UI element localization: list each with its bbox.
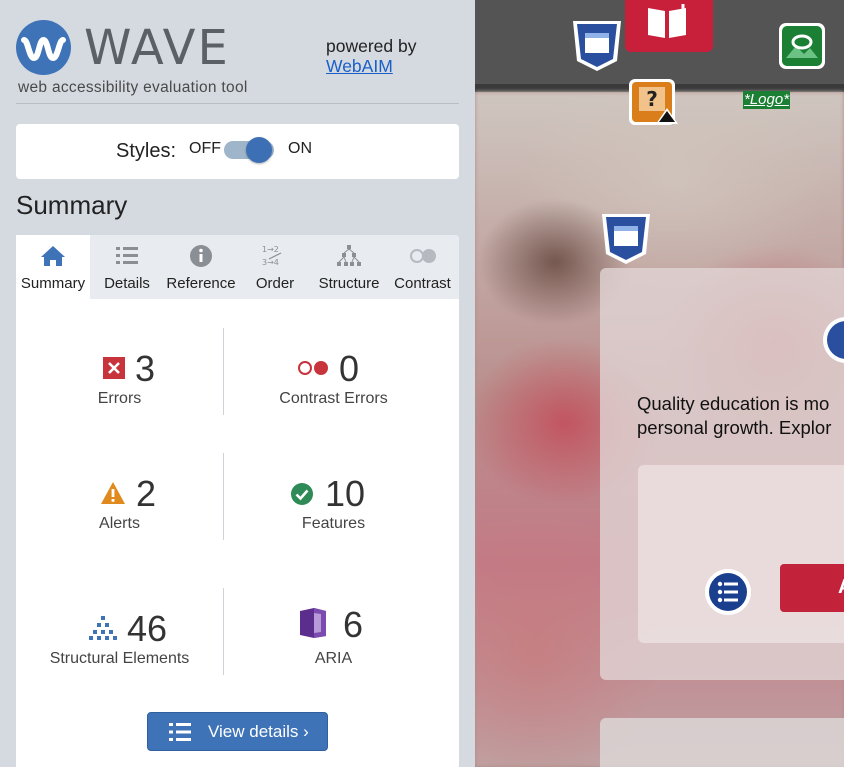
alt-alert-marker-icon[interactable]: ? xyxy=(628,78,680,126)
tab-label: Order xyxy=(255,275,295,292)
styles-toggle[interactable] xyxy=(224,137,274,163)
aria-count: 6 xyxy=(343,604,364,645)
linked-image-marker-icon[interactable] xyxy=(778,22,826,70)
hero-body-text: Quality education is mo personal growth.… xyxy=(637,392,831,440)
inner-card xyxy=(638,465,844,643)
styles-toggle-card: Styles: OFF ON xyxy=(16,124,459,179)
tab-label: Reference xyxy=(166,275,236,292)
tab-summary[interactable]: Summary xyxy=(16,235,90,299)
heading-marker-icon[interactable] xyxy=(625,0,713,52)
wave-sidebar: WAVE web accessibility evaluation tool p… xyxy=(0,0,475,767)
order-icon: 1→23→4 xyxy=(262,245,282,267)
powered-by-label: powered by xyxy=(326,36,417,56)
hero-text-line: personal growth. Explor xyxy=(637,417,832,438)
summary-panel: Summary Details Reference 1→2 3→4 Order … xyxy=(16,235,459,767)
page-preview: Quality education is mo personal growth.… xyxy=(475,0,844,767)
alert-icon xyxy=(101,482,125,504)
contrast-errors-stat[interactable]: 0 Contrast Errors xyxy=(224,347,443,417)
home-icon xyxy=(41,246,65,266)
aria-stat[interactable]: 6 ARIA xyxy=(224,604,443,677)
view-details-label: View details › xyxy=(208,722,309,741)
structure-icon xyxy=(337,245,361,266)
list-marker-icon[interactable] xyxy=(704,568,752,616)
features-count: 10 xyxy=(325,473,366,514)
tab-label: Details xyxy=(104,275,150,292)
structure-marker-icon[interactable] xyxy=(600,212,652,266)
lower-card xyxy=(600,718,844,767)
errors-count: 3 xyxy=(135,348,156,389)
wave-tagline: web accessibility evaluation tool xyxy=(18,79,248,96)
summary-heading: Summary xyxy=(16,190,128,220)
svg-text:3→4: 3→4 xyxy=(262,258,279,267)
structural-label: Structural Elements xyxy=(49,650,190,667)
cta-button[interactable]: A xyxy=(780,564,844,612)
aria-icon xyxy=(300,608,326,638)
info-icon xyxy=(190,245,212,267)
powered-by: powered by WebAIM xyxy=(326,36,416,76)
heading-h-marker-icon[interactable]: h xyxy=(822,316,844,364)
wave-logo-icon xyxy=(16,20,71,75)
wave-wordmark: WAVE xyxy=(84,20,230,76)
tab-details[interactable]: Details xyxy=(90,235,164,299)
structural-stat[interactable]: 46 Structural Elements xyxy=(16,607,223,677)
cta-button-label: A xyxy=(838,576,844,599)
structural-count: 46 xyxy=(127,608,168,649)
list-icon xyxy=(116,247,138,264)
tab-label: Contrast xyxy=(394,275,451,292)
errors-stat[interactable]: 3 Errors xyxy=(16,347,223,417)
errors-label: Errors xyxy=(97,390,142,407)
contrast-errors-count: 0 xyxy=(339,348,360,389)
styles-off-label: OFF xyxy=(189,140,221,157)
styles-label: Styles: xyxy=(116,140,177,162)
tab-label: Summary xyxy=(20,275,86,292)
tab-bar: Summary Details Reference 1→2 3→4 Order … xyxy=(16,235,459,299)
contrast-icon xyxy=(409,249,436,263)
svg-text:?: ? xyxy=(646,87,658,111)
styles-on-label: ON xyxy=(288,140,312,157)
tab-order[interactable]: 1→2 3→4 Order xyxy=(238,235,312,299)
alerts-stat[interactable]: 2 Alerts xyxy=(16,472,223,542)
alerts-count: 2 xyxy=(136,473,157,514)
tab-reference[interactable]: Reference xyxy=(164,235,238,299)
view-details-button[interactable]: View details › xyxy=(147,712,328,751)
webaim-link[interactable]: WebAIM xyxy=(326,56,416,76)
hero-text-line: Quality education is mo xyxy=(637,393,830,414)
tab-contrast[interactable]: Contrast xyxy=(386,235,459,299)
structure-icon xyxy=(89,616,117,640)
logo-alt-text: *Logo* xyxy=(743,91,791,109)
contrast-errors-label: Contrast Errors xyxy=(279,390,388,407)
contrast-error-icon xyxy=(298,361,328,375)
features-stat[interactable]: 10 Features xyxy=(224,472,443,542)
error-icon xyxy=(103,357,125,379)
alerts-label: Alerts xyxy=(99,515,140,532)
svg-text:1→2: 1→2 xyxy=(262,245,279,254)
tab-label: Structure xyxy=(318,275,380,292)
wave-header: WAVE web accessibility evaluation tool p… xyxy=(16,18,459,104)
list-icon xyxy=(169,723,191,741)
toggle-knob[interactable] xyxy=(246,137,272,163)
tab-structure[interactable]: Structure xyxy=(312,235,386,299)
features-label: Features xyxy=(301,515,366,532)
structure-marker-icon[interactable] xyxy=(571,19,623,73)
feature-icon xyxy=(291,483,313,505)
book-icon xyxy=(648,4,686,38)
aria-label: ARIA xyxy=(314,650,353,667)
